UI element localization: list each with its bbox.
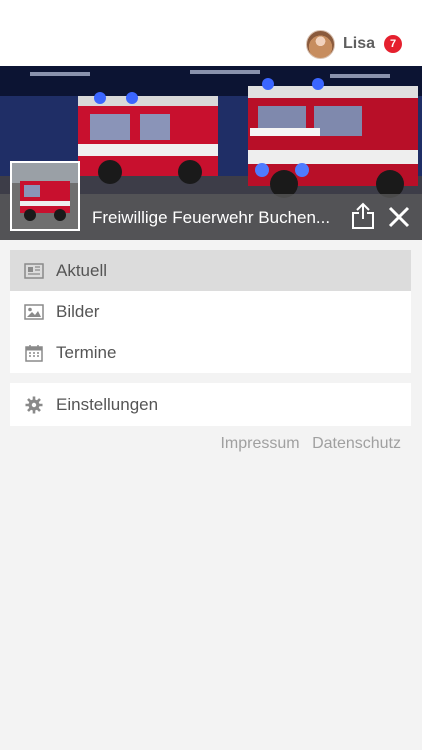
menu-item-label: Einstellungen <box>56 394 159 414</box>
footer-links: Impressum Datenschutz <box>212 435 401 453</box>
datenschutz-link[interactable]: Datenschutz <box>312 435 401 452</box>
newspaper-icon <box>24 263 44 279</box>
user-profile[interactable]: Lisa 7 <box>305 29 402 59</box>
menu-item-einstellungen[interactable]: Einstellungen <box>10 383 411 426</box>
navigation-menu: Aktuell Bilder Termine <box>10 250 411 373</box>
menu-item-label: Termine <box>56 342 117 362</box>
avatar[interactable] <box>305 29 335 59</box>
share-icon <box>352 202 374 229</box>
menu-item-termine[interactable]: Termine <box>10 332 411 373</box>
header-banner: Freiwillige Feuerwehr Buchen... <box>0 66 422 240</box>
notification-badge[interactable]: 7 <box>384 35 402 53</box>
share-button[interactable] <box>350 202 376 230</box>
impressum-link[interactable]: Impressum <box>220 435 299 452</box>
close-button[interactable] <box>386 204 412 230</box>
gear-icon <box>25 396 43 414</box>
calendar-icon <box>25 345 43 362</box>
group-title: Freiwillige Feuerwehr Buchen... <box>92 208 331 227</box>
close-icon <box>388 206 410 228</box>
menu-item-aktuell[interactable]: Aktuell <box>10 250 411 291</box>
group-logo-thumbnail <box>10 161 80 231</box>
menu-item-label: Bilder <box>56 301 100 321</box>
image-icon <box>24 304 44 320</box>
settings-menu: Einstellungen <box>10 383 411 426</box>
menu-item-label: Aktuell <box>56 260 108 280</box>
menu-item-bilder[interactable]: Bilder <box>10 291 411 332</box>
top-bar: Lisa 7 <box>0 0 422 66</box>
user-name[interactable]: Lisa <box>343 35 375 53</box>
